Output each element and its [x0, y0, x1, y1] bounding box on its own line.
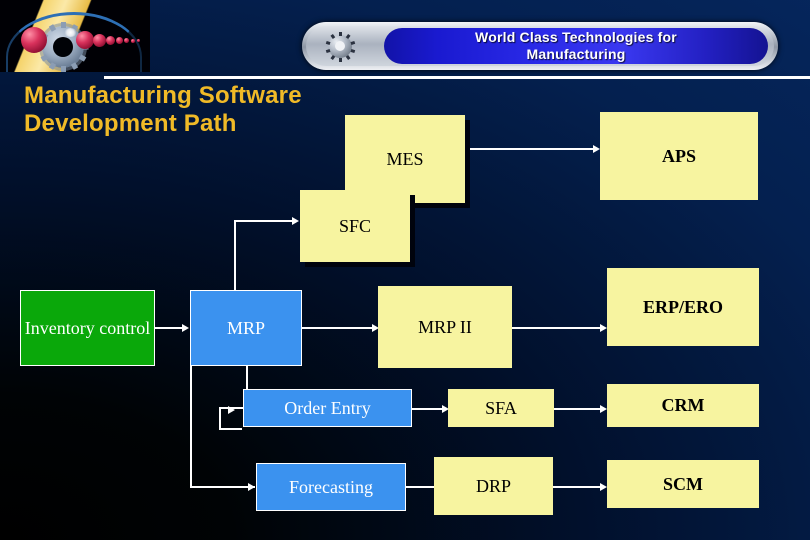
logo-sphere [131, 39, 135, 43]
connector-mrp-sfc-horizontal [234, 220, 292, 222]
node-erp-ero-label: ERP/ERO [642, 296, 723, 317]
connector-order-entry-sfa [412, 408, 442, 410]
slide-canvas: World Class Technologies for Manufacturi… [0, 0, 810, 540]
header-band: World Class Technologies for Manufacturi… [0, 0, 810, 79]
logo-sphere [76, 31, 94, 49]
connector-mrp-sfc-vertical [234, 220, 236, 292]
flow-diagram: MES APS SFC Inventory control MRP MRP II… [0, 78, 810, 540]
arrowhead-sfa-crm [600, 405, 607, 413]
node-aps-label: APS [661, 145, 696, 166]
node-sfa-label: SFA [485, 397, 517, 418]
logo-sphere [124, 38, 129, 43]
connector-mrp-forecasting-vertical [190, 364, 192, 488]
node-inventory-control[interactable]: Inventory control [20, 290, 155, 366]
node-scm-label: SCM [663, 473, 703, 494]
node-inventory-control-label: Inventory control [24, 317, 151, 338]
tagline-line-1: World Class Technologies for [475, 29, 677, 45]
logo-sphere [106, 36, 115, 45]
node-crm[interactable]: CRM [607, 384, 759, 427]
connector-inventory-mrp [155, 327, 182, 329]
connector-order-entry-drop [219, 407, 221, 430]
connector-order-entry-stub [219, 428, 242, 430]
tagline-text-panel: World Class Technologies for Manufacturi… [384, 28, 768, 64]
arrowhead-drp-scm [600, 483, 607, 491]
node-drp-label: DRP [475, 475, 511, 496]
company-logo [0, 0, 150, 72]
arrowhead-mrp-sfc [292, 217, 299, 225]
connector-mrp-mrp2 [302, 327, 372, 329]
arrowhead-inventory-mrp [182, 324, 189, 332]
tagline-banner: World Class Technologies for Manufacturi… [302, 22, 778, 70]
logo-sphere [21, 27, 47, 53]
connector-mrp2-erp [512, 327, 600, 329]
node-forecasting[interactable]: Forecasting [256, 463, 406, 511]
node-drp[interactable]: DRP [434, 457, 553, 515]
node-mrp-label: MRP [226, 317, 266, 338]
node-scm[interactable]: SCM [607, 460, 759, 508]
connector-mrp-forecasting-horizontal [190, 486, 255, 488]
logo-gear-icon [38, 22, 88, 72]
node-mes-label: MES [386, 148, 424, 169]
node-order-entry[interactable]: Order Entry [243, 389, 412, 427]
node-sfa[interactable]: SFA [448, 389, 554, 427]
logo-sphere [116, 37, 123, 44]
connector-forecasting-drp [406, 486, 434, 488]
node-mrp[interactable]: MRP [190, 290, 302, 366]
node-order-entry-label: Order Entry [284, 397, 371, 418]
node-mrp2-label: MRP II [418, 316, 472, 337]
node-sfc-label: SFC [338, 215, 372, 236]
gear-icon [325, 31, 355, 62]
connector-drp-scm [553, 486, 600, 488]
arrowhead-mrp2-erp [600, 324, 607, 332]
tagline-banner-inner: World Class Technologies for Manufacturi… [306, 26, 774, 66]
arrowhead-mrp-order-entry [228, 406, 235, 414]
tagline-line-2: Manufacturing [526, 46, 626, 62]
logo-highlight [64, 28, 77, 37]
node-crm-label: CRM [661, 395, 705, 415]
node-sfc[interactable]: SFC [300, 190, 410, 262]
node-forecasting-label: Forecasting [289, 476, 373, 497]
node-aps[interactable]: APS [600, 112, 758, 200]
connector-mes-aps [465, 148, 593, 150]
logo-sphere [137, 39, 140, 42]
node-mrp2[interactable]: MRP II [378, 286, 512, 368]
arrowhead-mes-aps [593, 145, 600, 153]
logo-sphere [93, 34, 106, 47]
arrowhead-mrp-forecasting [248, 483, 255, 491]
node-erp-ero[interactable]: ERP/ERO [607, 268, 759, 346]
connector-sfa-crm [554, 408, 600, 410]
